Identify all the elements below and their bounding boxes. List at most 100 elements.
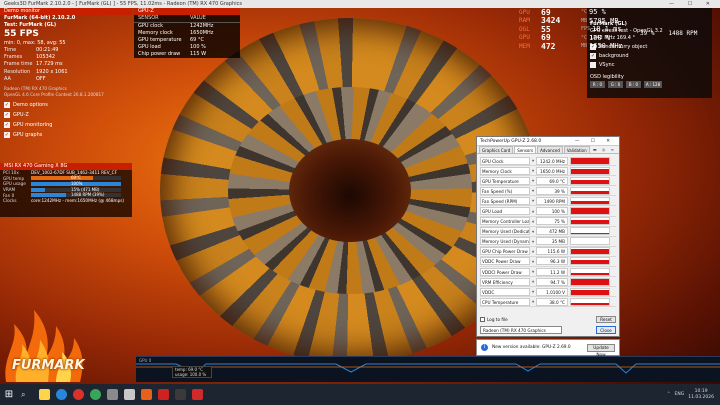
osd-unit: °C xyxy=(581,34,588,41)
osd-row: GPU 69 °C 95 % xyxy=(519,8,719,17)
option-gpu-z[interactable]: ✓ GPU-Z xyxy=(0,110,132,120)
gpuz-value: 115 W xyxy=(190,51,207,57)
furmark-screen: Geeks3D FurMark 2.10.2.0 - [ FurMark (GL… xyxy=(0,0,720,405)
log-to-file-checkbox[interactable] xyxy=(480,317,485,322)
settings-option[interactable]: VSync xyxy=(587,60,712,69)
checkbox-check-icon[interactable] xyxy=(590,61,596,68)
edge-icon[interactable] xyxy=(56,389,67,400)
file-explorer-icon[interactable] xyxy=(39,389,50,400)
stat-label: Resolution xyxy=(4,68,31,75)
option-label: GPU monitoring xyxy=(13,122,53,129)
tab-advanced[interactable]: Advanced xyxy=(537,146,563,153)
sensor-row: VRM Efficiency ▾ 94.7 % xyxy=(480,277,616,288)
settings-option[interactable]: ✓ background xyxy=(587,51,712,60)
device-row: Radeon (TM) RX 470 Graphics Close xyxy=(480,325,616,335)
sensor-row: GPU Clock ▾ 1242.0 MHz xyxy=(480,156,616,167)
sensor-value: 35 MB xyxy=(536,237,568,246)
checkbox-check-icon[interactable]: ✓ xyxy=(4,122,10,129)
sensor-name: Memory Used (Dynamic) xyxy=(480,237,530,246)
osd-color-button[interactable]: B : 0 xyxy=(626,81,641,88)
osd-color-button[interactable]: R : 0 xyxy=(590,81,605,88)
osd-color-button[interactable]: A : 128 xyxy=(644,81,662,88)
option-label: GPU graphs xyxy=(13,132,43,139)
sensor-row: Fan Speed (%) ▾ 39 % xyxy=(480,186,616,197)
log-row: Log to file Reset xyxy=(480,315,616,324)
tab-graphics-card[interactable]: Graphics Card xyxy=(479,146,514,153)
gpuz-overlay: GPU-Z SENSOR VALUE GPU clock 1242MHz Memor… xyxy=(134,8,240,58)
clock[interactable]: 10:19 11.03.2026 xyxy=(688,389,714,401)
sensor-graph xyxy=(570,287,610,296)
checkbox-check-icon[interactable]: ✓ xyxy=(4,132,10,139)
sensor-name: GPU Load xyxy=(480,207,530,216)
sensor-value: 1.0100 V xyxy=(536,287,568,296)
monitor-rows: GPU temp 69°C GPU usage 100% VRAM 15% (471 MB… xyxy=(0,175,132,198)
terminal-icon[interactable] xyxy=(107,389,118,400)
sensor-row: CPU Temperature ▾ 38.0 °C xyxy=(480,297,616,308)
gpuz-window-title: TechPowerUp GPU-Z 2.68.0 xyxy=(480,138,542,144)
monitor-row: GPU temp 69°C xyxy=(0,175,132,182)
osd-label: GPU xyxy=(519,34,530,42)
stats-list: Time 00:21:49 Frames 105342 Frame time 17.729… xyxy=(0,47,132,83)
notepad-icon[interactable] xyxy=(124,389,135,400)
sensor-graph-fill xyxy=(571,272,609,275)
sensor-graph-fill xyxy=(571,233,609,235)
monitor-bar-fill xyxy=(31,176,94,181)
sensor-graph-fill xyxy=(571,168,609,174)
sensor-graph-fill xyxy=(571,219,609,225)
update-now-button[interactable]: Update Now xyxy=(587,343,615,358)
reset-button[interactable]: Reset xyxy=(596,316,616,323)
language-indicator[interactable]: ENG xyxy=(675,392,685,397)
usage-trace xyxy=(136,363,720,374)
checkbox-check-icon[interactable]: ✓ xyxy=(590,52,596,59)
search-icon[interactable]: ⌕ xyxy=(21,390,33,400)
option-gpu-graphs[interactable]: ✓ GPU graphs xyxy=(0,130,132,140)
osd-secondary: 1650 MHz xyxy=(589,42,623,51)
settings-option-label: background xyxy=(599,52,629,59)
app-icon[interactable] xyxy=(90,389,101,400)
gpuz-taskbar-icon[interactable] xyxy=(175,389,186,400)
start-button[interactable]: ⊞ xyxy=(0,384,18,405)
opera-icon[interactable] xyxy=(73,389,84,400)
gpuz-window: TechPowerUp GPU-Z 2.68.0 — ☐ ✕ Graphics … xyxy=(476,136,620,337)
sensor-graph-fill xyxy=(571,158,609,164)
gpuz-header[interactable]: GPU-Z xyxy=(134,8,240,15)
osd-overlay: GPU 69 °C 95 % RAM 3424 MB 5785 MB OGL 55 FPS 18.1 … xyxy=(519,8,719,51)
osd-unit: FPS xyxy=(581,26,591,33)
demo-monitor-header[interactable]: Demo monitor xyxy=(0,8,132,15)
gpu-monitor-header: MSI RX 470 Gaming X 8G xyxy=(0,163,132,170)
close-button[interactable]: Close xyxy=(596,326,616,334)
sensor-value: 11.2 W xyxy=(536,267,568,276)
version-line: FurMark (64-bit) 2.10.2.0 xyxy=(4,15,76,21)
option-demo-options[interactable]: ✓ Demo options xyxy=(0,100,132,110)
checkbox-check-icon[interactable]: ✓ xyxy=(4,112,10,119)
checkbox-check-icon[interactable]: ✓ xyxy=(4,102,10,109)
osd-color-button[interactable]: G : 0 xyxy=(608,81,623,88)
osd-secondary: 5785 MB xyxy=(589,16,619,25)
sensor-value: 1242.0 MHz xyxy=(536,156,568,165)
gpuz-value: 100 % xyxy=(190,44,206,50)
tray-up-icon[interactable]: ⌃ xyxy=(667,392,671,397)
window-controls[interactable]: — ☐ ✕ xyxy=(669,0,716,8)
furmark-taskbar-icon[interactable] xyxy=(141,389,152,400)
device-select[interactable]: Radeon (TM) RX 470 Graphics xyxy=(480,326,562,334)
stat-label: Frame time xyxy=(4,61,33,68)
option-gpu-monitoring[interactable]: ✓ GPU monitoring xyxy=(0,120,132,130)
tab-validation[interactable]: Validation xyxy=(563,146,590,153)
clocks-row: Clocks core:1242MHz - mem:1650MHz (@ 468… xyxy=(0,198,132,204)
gpuz-tabs: Graphics Card Sensors Advanced Validation ▬ … xyxy=(477,146,619,154)
gpuz-window-controls[interactable]: — ☐ ✕ xyxy=(575,139,615,144)
monitor-label: Fan 0 xyxy=(3,192,15,198)
sensor-row: Memory Used (Dynamic) ▾ 35 MB xyxy=(480,237,616,247)
gpuz-value: 1650MHz xyxy=(190,30,214,36)
osd-value: 472 xyxy=(541,41,556,51)
msi-afterburner-icon[interactable] xyxy=(158,389,169,400)
stat-value: 17.729 ms xyxy=(36,61,63,68)
sensor-graph xyxy=(570,257,610,266)
fps-stats: min: 0, max: 58, avg: 55 xyxy=(4,40,66,47)
update-notice-text: New version available: GPU-Z 2.69.0 xyxy=(492,345,571,350)
stat-value: 1920 x 1061 xyxy=(36,68,68,75)
fur-donut-hole xyxy=(289,138,411,243)
tab-sensors[interactable]: Sensors xyxy=(514,146,537,153)
rtss-icon[interactable] xyxy=(192,389,203,400)
gpuz-toolbar-icons[interactable]: ▬ ◎ ≡ xyxy=(591,146,618,153)
